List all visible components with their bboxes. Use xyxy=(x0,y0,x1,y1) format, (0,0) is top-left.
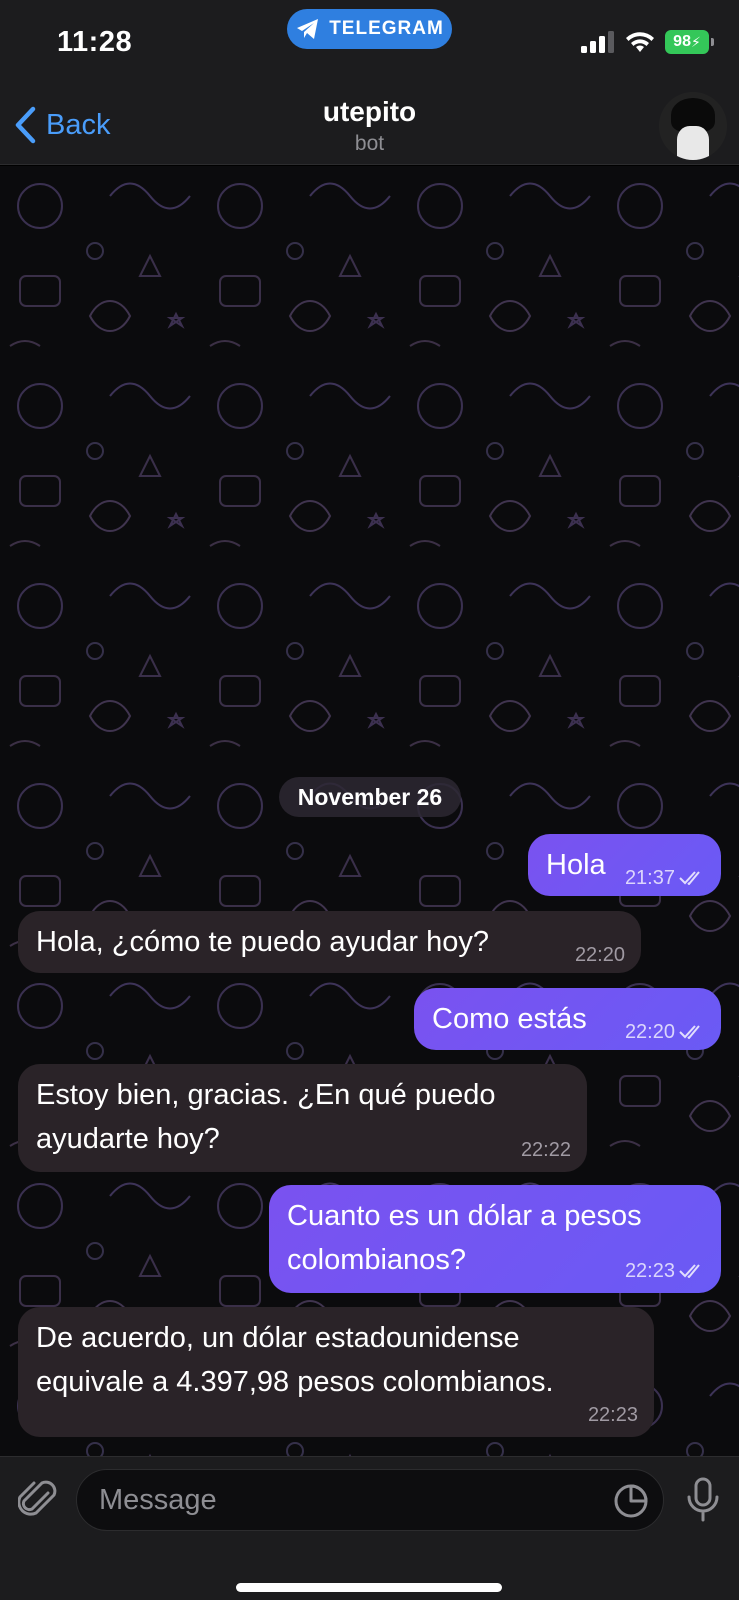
double-check-icon xyxy=(679,871,700,885)
chat-title[interactable]: utepito xyxy=(0,96,739,128)
message-text-line: Estoy bien, gracias. ¿En qué puedo xyxy=(36,1079,496,1111)
message-time: 21:37 xyxy=(624,867,675,889)
telegram-pill[interactable]: TELEGRAM xyxy=(287,9,452,49)
double-check-icon xyxy=(679,1264,700,1278)
status-time: 11:28 xyxy=(57,26,133,58)
battery-level: 98 xyxy=(673,33,691,50)
telegram-icon xyxy=(297,19,319,39)
message-text-line: equivale a 4.397,98 pesos colombianos. xyxy=(36,1366,554,1398)
home-indicator xyxy=(236,1583,502,1592)
message-time: 22:23 xyxy=(587,1404,638,1426)
message-meta: 22:23 xyxy=(588,1403,638,1427)
status-indicators: 98 ⚡ xyxy=(581,30,714,54)
message-bubble-incoming[interactable]: De acuerdo, un dólar estadounidense equi… xyxy=(18,1307,654,1437)
chat-subtitle: bot xyxy=(354,132,385,155)
signal-icon xyxy=(581,31,614,53)
message-text: Hola xyxy=(546,849,606,881)
input-bar xyxy=(0,1456,739,1600)
chat-area[interactable]: November 26 Hola 21:37 Hola, ¿cómo te pu… xyxy=(0,166,739,1456)
wifi-icon xyxy=(626,32,654,52)
message-time: 22:20 xyxy=(574,944,625,966)
message-time: 22:23 xyxy=(624,1260,675,1282)
message-input-container xyxy=(76,1469,664,1531)
message-text: Hola, ¿cómo te puedo ayudar hoy? xyxy=(36,926,489,958)
message-text-line: Cuanto es un dólar a pesos xyxy=(287,1200,642,1232)
message-meta: 22:20 xyxy=(575,943,625,967)
avatar[interactable] xyxy=(659,92,727,160)
sticker-icon[interactable] xyxy=(613,1483,649,1519)
message-meta: 22:22 xyxy=(521,1138,571,1162)
microphone-icon[interactable] xyxy=(685,1477,721,1523)
message-text-line: colombianos? xyxy=(287,1244,466,1276)
message-bubble-outgoing[interactable]: Como estás 22:20 xyxy=(414,988,721,1050)
message-meta: 21:37 xyxy=(625,866,705,890)
double-check-icon xyxy=(679,1025,700,1039)
message-bubble-outgoing[interactable]: Cuanto es un dólar a pesos colombianos? … xyxy=(269,1185,721,1293)
battery-icon: 98 ⚡ xyxy=(665,30,714,54)
status-bar: 11:28 TELEGRAM 98 ⚡ xyxy=(0,0,739,88)
message-bubble-incoming[interactable]: Hola, ¿cómo te puedo ayudar hoy? 22:20 xyxy=(18,911,641,973)
message-meta: 22:23 xyxy=(625,1259,705,1283)
app-pill-label: TELEGRAM xyxy=(329,18,444,39)
message-bubble-outgoing[interactable]: Hola 21:37 xyxy=(528,834,721,896)
message-text: Como estás xyxy=(432,1003,587,1035)
message-time: 22:20 xyxy=(624,1021,675,1043)
message-input[interactable] xyxy=(99,1470,579,1530)
date-chip: November 26 xyxy=(279,777,461,817)
message-time: 22:22 xyxy=(520,1139,571,1161)
paperclip-icon[interactable] xyxy=(18,1479,58,1523)
message-text-line: ayudarte hoy? xyxy=(36,1123,220,1155)
chat-header: Back utepito bot xyxy=(0,88,739,165)
message-bubble-incoming[interactable]: Estoy bien, gracias. ¿En qué puedo ayuda… xyxy=(18,1064,587,1172)
message-text-line: De acuerdo, un dólar estadounidense xyxy=(36,1322,520,1354)
message-meta: 22:20 xyxy=(625,1020,705,1044)
